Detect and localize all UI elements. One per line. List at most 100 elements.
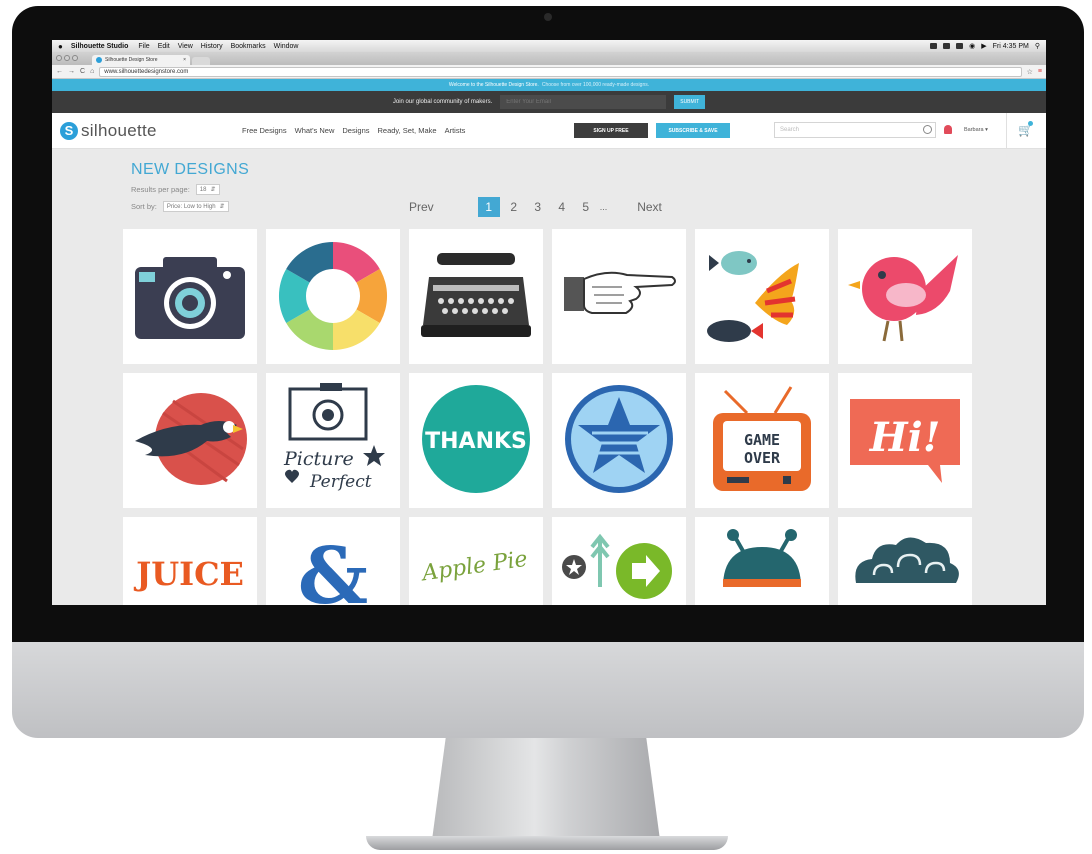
home-icon[interactable]: ⌂	[90, 68, 94, 75]
game-text: GAME	[744, 431, 780, 449]
search-placeholder: Search	[780, 127, 800, 133]
design-tile-thanks[interactable]: THANKS	[409, 373, 543, 508]
main-nav: Free Designs What's New Designs Ready, S…	[242, 126, 465, 135]
sign-up-button[interactable]: SIGN UP FREE	[574, 123, 648, 138]
prev-page-link[interactable]: Prev	[409, 200, 434, 214]
imac-monitor: ● Silhouette Studio File Edit View Histo…	[12, 6, 1084, 738]
favicon-icon	[96, 57, 102, 63]
bookmark-star-icon[interactable]: ☆	[1027, 68, 1033, 76]
next-page-link[interactable]: Next	[637, 200, 662, 214]
design-tile-fish[interactable]	[695, 229, 829, 364]
design-tile-bird[interactable]	[838, 229, 972, 364]
nav-free-designs[interactable]: Free Designs	[242, 126, 287, 135]
design-tile-picture-perfect[interactable]: Picture Perfect	[266, 373, 400, 508]
search-icon[interactable]	[923, 125, 932, 134]
picture-text: Picture	[283, 448, 354, 470]
color-wheel-icon	[278, 241, 388, 350]
menu-bookmarks[interactable]: Bookmarks	[231, 43, 266, 50]
nav-ready-set-make[interactable]: Ready, Set, Make	[378, 126, 437, 135]
silhouette-logo[interactable]: S silhouette	[60, 121, 157, 141]
spotlight-icon[interactable]: ⚲	[1035, 42, 1040, 50]
page-ellipsis: ...	[599, 202, 608, 212]
design-tile-ampersand[interactable]: &	[266, 517, 400, 605]
forward-icon[interactable]: →	[68, 68, 75, 75]
monitor-chin	[12, 642, 1084, 738]
apple-icon[interactable]: ●	[58, 42, 63, 51]
welcome-banner: Welcome to the Silhouette Design Store. …	[52, 79, 1046, 91]
menu-window[interactable]: Window	[274, 43, 299, 50]
design-tile-typewriter[interactable]	[409, 229, 543, 364]
email-input[interactable]	[500, 95, 667, 109]
design-tile-color-wheel[interactable]	[266, 229, 400, 364]
results-label: Results per page:	[131, 185, 190, 194]
results-select[interactable]: 18 ⇵	[195, 184, 220, 195]
wifi-icon[interactable]: ◉	[969, 42, 975, 50]
user-menu[interactable]: Barbara ▾	[964, 127, 988, 133]
minimize-window-icon[interactable]	[64, 55, 70, 61]
sort-value: Price: Low to High	[166, 203, 216, 210]
design-tile-camera[interactable]	[123, 229, 257, 364]
design-tile-hi[interactable]: Hi!	[838, 373, 972, 508]
page-2[interactable]: 2	[502, 197, 526, 217]
design-tile-apple-pie[interactable]: Apple Pie	[409, 517, 543, 605]
sort-label: Sort by:	[131, 202, 157, 211]
nav-whats-new[interactable]: What's New	[295, 126, 335, 135]
fish-icon	[707, 251, 799, 342]
main-content: NEW DESIGNS Results per page: 18 ⇵ Sort b…	[52, 149, 1046, 605]
search-input[interactable]: Search	[774, 122, 936, 138]
status-icon[interactable]	[930, 43, 938, 49]
welcome-tagline: Choose from over 100,000 ready-made desi…	[541, 82, 650, 88]
svg-text:&: &	[298, 531, 368, 605]
monitor-stand-base	[366, 836, 728, 850]
reload-icon[interactable]: C	[80, 68, 85, 75]
browser-tab[interactable]: Silhouette Design Store ×	[92, 55, 190, 65]
new-tab-button[interactable]	[192, 57, 210, 65]
pointing-hand-icon	[564, 271, 676, 314]
design-tile-robot[interactable]	[695, 517, 829, 605]
subscribe-button[interactable]: SUBSCRIBE & SAVE	[656, 123, 730, 138]
design-tile-juice[interactable]: JUICE	[123, 517, 257, 605]
sort-select[interactable]: Price: Low to High ⇵	[162, 201, 229, 212]
url-bar[interactable]: www.silhouettedesignstore.com	[99, 66, 1022, 77]
page-4[interactable]: 4	[550, 197, 574, 217]
back-icon[interactable]: ←	[56, 68, 63, 75]
status-icon[interactable]	[956, 43, 964, 49]
page-1[interactable]: 1	[477, 197, 500, 217]
status-icon[interactable]	[943, 43, 951, 49]
design-tile-eagle[interactable]	[123, 373, 257, 508]
browser-menu-icon[interactable]: ≡	[1038, 68, 1042, 75]
star-badge-icon	[565, 385, 673, 493]
design-tile-pointing-hand[interactable]	[552, 229, 686, 364]
volume-icon[interactable]: ▶	[981, 42, 986, 50]
camera-icon	[135, 257, 245, 339]
submit-button[interactable]: SUBMIT	[674, 95, 706, 109]
tab-close-icon[interactable]: ×	[183, 57, 186, 63]
page-5[interactable]: 5	[574, 197, 598, 217]
zoom-window-icon[interactable]	[72, 55, 78, 61]
arrows-icon	[562, 533, 672, 599]
select-arrows-icon: ⇵	[219, 204, 225, 210]
over-text: OVER	[744, 449, 781, 467]
menu-file[interactable]: File	[138, 43, 149, 50]
nav-artists[interactable]: Artists	[445, 126, 466, 135]
apple-pie-text: Apple Pie	[419, 547, 529, 587]
notification-bell-icon[interactable]	[944, 125, 952, 134]
juice-text-icon: JUICE	[133, 555, 244, 593]
hi-speech-bubble-icon: Hi!	[850, 399, 960, 483]
design-tile-arrows[interactable]	[552, 517, 686, 605]
page-3[interactable]: 3	[526, 197, 550, 217]
sort-by: Sort by: Price: Low to High ⇵	[131, 201, 229, 212]
menu-view[interactable]: View	[178, 43, 193, 50]
menu-edit[interactable]: Edit	[158, 43, 170, 50]
design-tile-cloud[interactable]	[838, 517, 972, 605]
close-window-icon[interactable]	[56, 55, 62, 61]
menubar-status: ◉ ▶ Fri 4:35 PM ⚲	[930, 42, 1040, 50]
design-tile-star-badge[interactable]	[552, 373, 686, 508]
select-arrows-icon: ⇵	[210, 187, 216, 193]
nav-designs[interactable]: Designs	[342, 126, 369, 135]
design-tile-game-over[interactable]: GAME OVER	[695, 373, 829, 508]
welcome-text: Welcome to the Silhouette Design Store.	[448, 82, 539, 88]
menu-history[interactable]: History	[201, 43, 223, 50]
menubar-clock[interactable]: Fri 4:35 PM	[993, 43, 1029, 50]
menubar-app-name[interactable]: Silhouette Studio	[71, 43, 129, 50]
